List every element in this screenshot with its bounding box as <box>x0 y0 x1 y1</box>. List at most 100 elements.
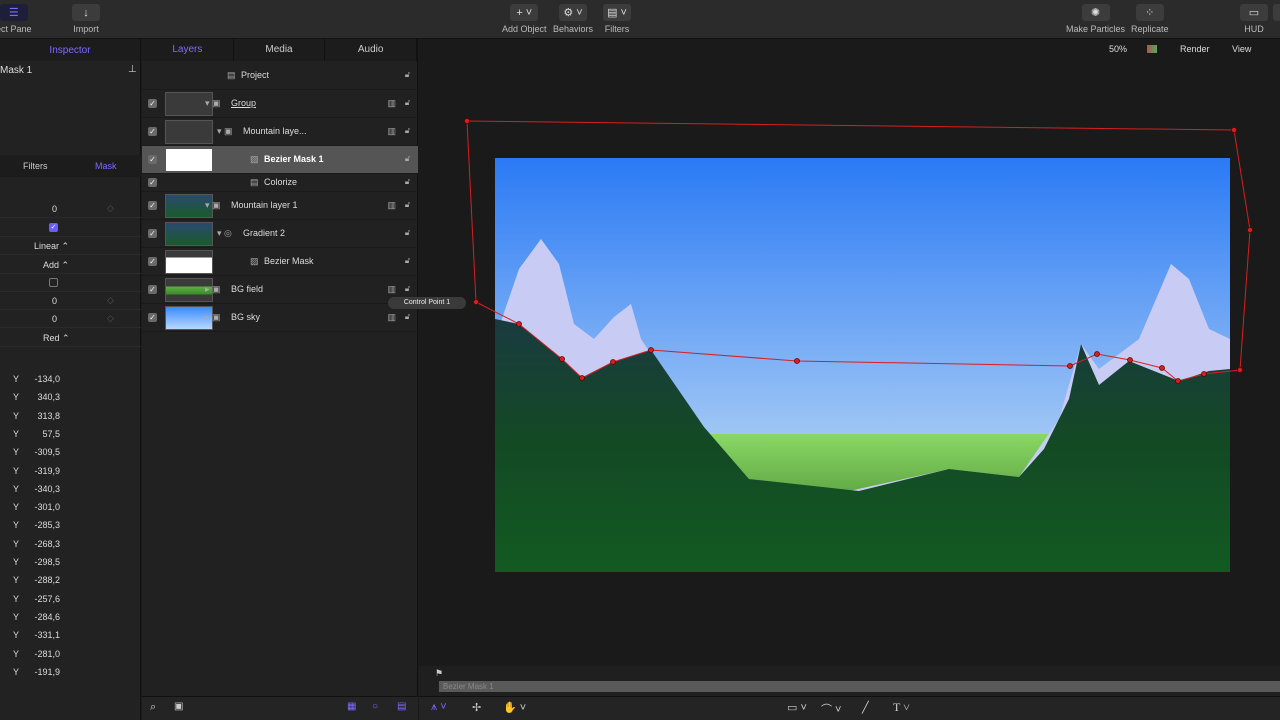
select-transform-tool-icon[interactable]: ⩚ ˅ <box>431 701 447 714</box>
lock-icon[interactable]: 🔓︎ <box>405 70 410 80</box>
layer-name[interactable]: Bezier Mask <box>264 256 314 266</box>
y-value[interactable]: -285,3 <box>28 520 60 530</box>
replicate-button[interactable]: ⁘ Replicate <box>1131 4 1169 34</box>
layer-options-icon[interactable]: ▥ <box>387 312 396 323</box>
param-value[interactable]: 0 <box>52 296 57 306</box>
tab-inspector[interactable]: Inspector <box>0 39 140 61</box>
behaviors-button[interactable]: ⚙ ˅ Behaviors <box>553 4 593 34</box>
lock-icon[interactable]: 🔓︎ <box>405 228 410 238</box>
param-checkbox[interactable] <box>49 278 58 287</box>
tab-mask[interactable]: Mask <box>71 155 142 177</box>
layer-row[interactable]: ✓ ▾ ▣ Mountain layer 1 ▥ 🔓︎ <box>142 192 418 220</box>
y-value[interactable]: -268,3 <box>28 539 60 549</box>
layer-name[interactable]: Gradient 2 <box>243 228 285 238</box>
param-popup[interactable]: Linear ⌃ <box>34 241 69 252</box>
search-icon[interactable]: ⌕ <box>150 701 156 714</box>
y-value[interactable]: -134,0 <box>28 374 60 384</box>
layer-name[interactable]: Colorize <box>264 177 297 187</box>
y-value[interactable]: -257,6 <box>28 594 60 604</box>
layer-options-icon[interactable]: ▥ <box>387 126 396 137</box>
canvas-viewer[interactable]: 50% Render View <box>419 39 1280 666</box>
keyframe-icon[interactable]: ◇ <box>107 313 114 324</box>
layer-visibility-checkbox[interactable]: ✓ <box>148 127 157 136</box>
param-checkbox-checked[interactable]: ✓ <box>49 223 58 232</box>
y-value[interactable]: 313,8 <box>28 411 60 421</box>
tab-media[interactable]: Media <box>234 39 326 61</box>
layer-name[interactable]: Mountain layer 1 <box>231 200 298 210</box>
layer-visibility-checkbox[interactable]: ✓ <box>148 178 157 187</box>
y-value[interactable]: -301,0 <box>28 502 60 512</box>
layer-row[interactable]: ✓ ▤ Colorize 🔓︎ <box>142 174 418 192</box>
layer-row[interactable]: ✓ ▸ ▣ BG field ▥ 🔓︎ <box>142 276 418 304</box>
lock-icon[interactable]: 🔓︎ <box>405 126 410 136</box>
timeline-clip[interactable]: Bezier Mask 1 <box>439 681 1280 692</box>
layer-options-icon[interactable]: ▥ <box>387 98 396 109</box>
layer-visibility-checkbox[interactable]: ✓ <box>148 99 157 108</box>
layer-options-icon[interactable]: ▥ <box>387 284 396 295</box>
tab-layers[interactable]: Layers <box>142 39 234 61</box>
param-popup[interactable]: Add ⌃ <box>43 260 69 271</box>
layer-name[interactable]: BG sky <box>231 312 260 322</box>
y-value[interactable]: -281,0 <box>28 649 60 659</box>
y-value[interactable]: -298,5 <box>28 557 60 567</box>
keyframe-icon[interactable]: ◇ <box>107 203 114 214</box>
hand-tool-icon[interactable]: ✋ ˅ <box>503 701 526 714</box>
behavior-filter-icon[interactable]: ○ <box>372 701 378 712</box>
y-value[interactable]: 57,5 <box>28 429 60 439</box>
tab-audio[interactable]: Audio <box>325 39 418 61</box>
layer-name[interactable]: Group <box>231 98 256 108</box>
shape-tool-icon[interactable]: ▭ ˅ <box>787 701 807 714</box>
filters-button[interactable]: ▤ ˅ Filters <box>603 4 631 34</box>
make-particles-button[interactable]: ✺ Make Particles <box>1066 4 1125 34</box>
layer-row[interactable]: ✓ ▨ Bezier Mask 🔓︎ <box>142 248 418 276</box>
y-value[interactable]: -288,2 <box>28 575 60 585</box>
layer-name[interactable]: Mountain laye... <box>243 126 307 136</box>
share-button[interactable]: S <box>1273 4 1280 34</box>
layer-name[interactable]: BG field <box>231 284 263 294</box>
canvas-image[interactable] <box>419 39 1280 666</box>
layer-visibility-checkbox[interactable]: ✓ <box>148 155 157 164</box>
y-value[interactable]: -340,3 <box>28 484 60 494</box>
paint-stroke-tool-icon[interactable]: ╱ <box>862 701 869 714</box>
pin-icon[interactable]: ⊥ <box>128 64 137 75</box>
filter-filter-icon[interactable]: ▤ <box>397 701 406 712</box>
layer-visibility-checkbox[interactable]: ✓ <box>148 229 157 238</box>
keyframe-icon[interactable]: ◇ <box>107 295 114 306</box>
hud-button[interactable]: ▭ HUD <box>1240 4 1268 34</box>
pen-mask-tool-icon[interactable]: ⌒ ˅ <box>821 701 841 717</box>
layout-icon[interactable]: ▣ <box>174 701 183 712</box>
lock-icon[interactable]: 🔓︎ <box>405 256 410 266</box>
import-button[interactable]: ↓ Import <box>72 4 100 34</box>
mask-filter-icon[interactable]: ▦ <box>347 701 356 712</box>
mini-timeline[interactable]: ⚑ Bezier Mask 1 <box>419 666 1280 696</box>
project-pane-button[interactable]: ☰ ect Pane <box>0 4 32 34</box>
layer-options-icon[interactable]: ▥ <box>387 200 396 211</box>
add-object-button[interactable]: + ˅ Add Object <box>502 4 547 34</box>
layer-row[interactable]: ▤ Project 🔓︎ <box>142 62 418 90</box>
layer-visibility-checkbox[interactable]: ✓ <box>148 285 157 294</box>
layer-visibility-checkbox[interactable]: ✓ <box>148 313 157 322</box>
param-value[interactable]: 0 <box>52 204 57 214</box>
y-value[interactable]: -191,9 <box>28 667 60 677</box>
adjust-3d-tool-icon[interactable]: ✢ <box>472 701 481 714</box>
y-value[interactable]: -284,6 <box>28 612 60 622</box>
y-value[interactable]: -319,9 <box>28 466 60 476</box>
layer-row[interactable]: ✓ ▾ ◎ Gradient 2 🔓︎ <box>142 220 418 248</box>
y-value[interactable]: -331,1 <box>28 630 60 640</box>
lock-icon[interactable]: 🔓︎ <box>405 154 410 164</box>
layer-row[interactable]: ✓ ▾ ▣ Group ▥ 🔓︎ <box>142 90 418 118</box>
layer-visibility-checkbox[interactable]: ✓ <box>148 257 157 266</box>
lock-icon[interactable]: 🔓︎ <box>405 284 410 294</box>
param-popup[interactable]: Red ⌃ <box>43 333 70 344</box>
y-value[interactable]: -309,5 <box>28 447 60 457</box>
lock-icon[interactable]: 🔓︎ <box>405 312 410 322</box>
playhead-icon[interactable]: ⚑ <box>435 668 443 679</box>
layer-name[interactable]: Project <box>241 70 269 80</box>
layer-visibility-checkbox[interactable]: ✓ <box>148 201 157 210</box>
layer-row[interactable]: ✓ ▾ ▣ Mountain laye... ▥ 🔓︎ <box>142 118 418 146</box>
text-tool-icon[interactable]: T ˅ <box>893 700 910 715</box>
y-value[interactable]: 340,3 <box>28 392 60 402</box>
lock-icon[interactable]: 🔓︎ <box>405 200 410 210</box>
tab-filters[interactable]: Filters <box>0 155 71 177</box>
param-value[interactable]: 0 <box>52 314 57 324</box>
